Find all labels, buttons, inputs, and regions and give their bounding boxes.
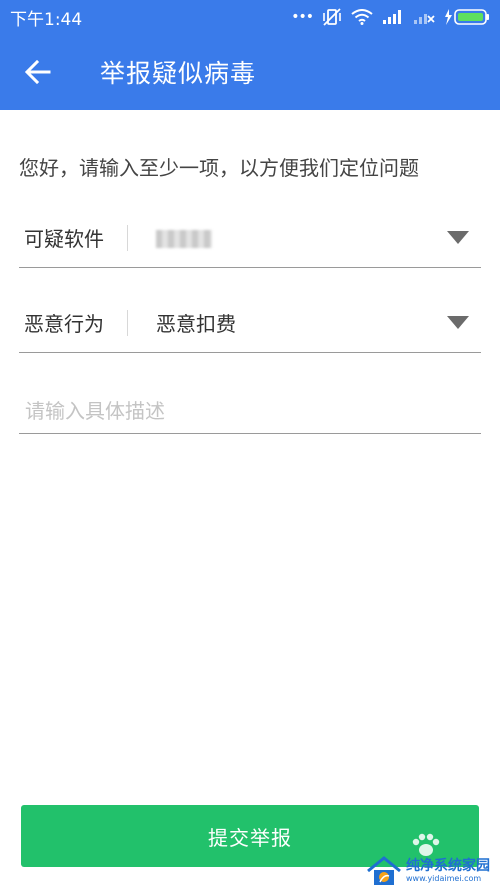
suspicious-software-label: 可疑软件: [24, 227, 104, 251]
more-dots-icon: •••: [291, 9, 314, 25]
malicious-behavior-value: 恶意扣费: [156, 312, 236, 336]
status-time: 下午1:44: [10, 9, 83, 30]
battery-charging-icon: [445, 9, 489, 25]
signal-icon: [383, 10, 401, 24]
suspicious-software-value: [156, 226, 447, 250]
watermark-url: www.yidaimei.com: [406, 873, 482, 883]
field-divider: [127, 309, 128, 336]
watermark: 纯净系统家园 www.yidaimei.com: [366, 852, 500, 889]
watermark-text: 纯净系统家园 www.yidaimei.com: [406, 859, 490, 883]
dropdown-arrow-icon[interactable]: [447, 315, 469, 330]
house-logo-icon: [367, 855, 401, 885]
dropdown-arrow-icon[interactable]: [447, 230, 469, 245]
signal-no-sim-icon: [414, 14, 435, 24]
redacted-software-name: [156, 230, 212, 248]
malicious-behavior-select[interactable]: 恶意行为 恶意扣费: [19, 293, 481, 353]
suspicious-software-select[interactable]: 可疑软件: [19, 208, 481, 268]
status-icons: •••: [291, 8, 490, 26]
page-title: 举报疑似病毒: [100, 59, 257, 88]
watermark-name: 纯净系统家园: [406, 857, 490, 874]
description-input[interactable]: [19, 388, 481, 434]
malicious-behavior-label: 恶意行为: [24, 312, 104, 336]
app-bar: 举报疑似病毒: [0, 34, 500, 110]
intro-text: 您好，请输入至少一项，以方便我们定位问题: [19, 156, 419, 180]
field-divider: [127, 224, 128, 251]
vibrate-off-icon: [323, 8, 341, 26]
back-button[interactable]: [10, 44, 66, 100]
wifi-icon: [351, 9, 373, 25]
status-bar: 下午1:44 •••: [0, 0, 500, 34]
arrow-left-icon: [25, 60, 51, 84]
